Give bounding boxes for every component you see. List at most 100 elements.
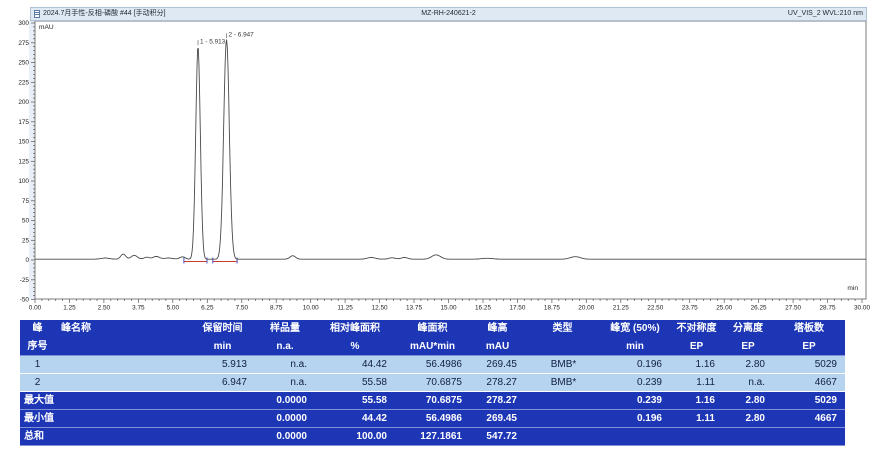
- svg-text:0.00: 0.00: [29, 305, 42, 312]
- table-cell: [670, 428, 723, 445]
- table-cell: mAU*min: [395, 338, 470, 355]
- table-cell: 2.80: [723, 410, 773, 427]
- table-cell: 6.947: [190, 374, 255, 391]
- table-cell: 127.1861: [395, 428, 470, 445]
- table-cell: EP: [670, 338, 723, 355]
- chromatogram-plot[interactable]: 0.001.252.503.755.006.257.508.7510.0011.…: [0, 0, 879, 315]
- table-cell: 0.196: [600, 410, 670, 427]
- svg-text:18.75: 18.75: [544, 305, 560, 312]
- injection-name: MZ-RH-240621-2: [31, 8, 866, 20]
- peak-results-table: 峰峰名称保留时间样品量相对峰面积峰面积峰高类型峰宽 (50%)不对称度分离度塔板…: [20, 320, 845, 446]
- table-cell: n.a.: [255, 356, 315, 373]
- table-cell: 类型: [525, 320, 600, 338]
- table-cell: 1: [20, 356, 55, 373]
- svg-text:250: 250: [18, 60, 29, 67]
- table-cell: 不对称度: [670, 320, 723, 338]
- svg-text:17.50: 17.50: [509, 305, 525, 312]
- table-cell: 269.45: [470, 356, 525, 373]
- table-cell: 5029: [773, 392, 845, 409]
- table-cell: 相对峰面积: [315, 320, 395, 338]
- channel-label: UV_VIS_2 WVL:210 nm: [788, 8, 863, 20]
- svg-text:16.25: 16.25: [475, 305, 491, 312]
- peak-row-2[interactable]: 26.947n.a.55.5870.6875278.27BMB*0.2391.1…: [20, 374, 845, 392]
- svg-text:7.50: 7.50: [236, 305, 249, 312]
- table-cell: n.a.: [255, 338, 315, 355]
- table-cell: 0.239: [600, 392, 670, 409]
- summary-row-min: 最小值0.000044.4256.4986269.450.1961.112.80…: [20, 410, 845, 428]
- table-cell: 2: [20, 374, 55, 391]
- table-cell: min: [600, 338, 670, 355]
- table-cell: 4667: [773, 374, 845, 391]
- table-cell: 2.80: [723, 392, 773, 409]
- table-cell: 0.0000: [255, 428, 315, 445]
- peak-row-1[interactable]: 15.913n.a.44.4256.4986269.45BMB*0.1961.1…: [20, 356, 845, 374]
- svg-text:0: 0: [25, 257, 29, 264]
- table-cell: 547.72: [470, 428, 525, 445]
- table-cell: 4667: [773, 410, 845, 427]
- table-cell: 1.16: [670, 392, 723, 409]
- svg-text:150: 150: [18, 139, 29, 146]
- svg-text:min: min: [847, 285, 858, 292]
- table-cell: 0.239: [600, 374, 670, 391]
- table-cell: [525, 392, 600, 409]
- svg-text:275: 275: [18, 40, 29, 47]
- table-cell: [773, 428, 845, 445]
- table-cell: 278.27: [470, 374, 525, 391]
- svg-text:1 - 5.913: 1 - 5.913: [200, 39, 226, 46]
- svg-text:25: 25: [22, 237, 30, 244]
- summary-row-max: 最大值0.000055.5870.6875278.270.2391.162.80…: [20, 392, 845, 410]
- svg-text:23.75: 23.75: [682, 305, 698, 312]
- table-cell: 分离度: [723, 320, 773, 338]
- table-cell: 55.58: [315, 374, 395, 391]
- table-cell: BMB*: [525, 374, 600, 391]
- table-header-row-1: 峰峰名称保留时间样品量相对峰面积峰面积峰高类型峰宽 (50%)不对称度分离度塔板…: [20, 320, 845, 338]
- table-cell: n.a.: [723, 374, 773, 391]
- table-cell: min: [190, 338, 255, 355]
- table-cell: 最小值: [20, 410, 190, 427]
- svg-text:10.00: 10.00: [303, 305, 319, 312]
- svg-text:22.50: 22.50: [647, 305, 663, 312]
- table-cell: 56.4986: [395, 410, 470, 427]
- svg-text:28.75: 28.75: [820, 305, 836, 312]
- svg-text:8.75: 8.75: [270, 305, 283, 312]
- svg-text:225: 225: [18, 80, 29, 87]
- chromatogram-report: 0.001.252.503.755.006.257.508.7510.0011.…: [0, 0, 879, 459]
- svg-text:125: 125: [18, 158, 29, 165]
- table-cell: 最大值: [20, 392, 190, 409]
- table-cell: 峰: [20, 320, 55, 338]
- table-cell: %: [315, 338, 395, 355]
- table-cell: 塔板数: [773, 320, 845, 338]
- table-cell: [723, 428, 773, 445]
- table-cell: 样品量: [255, 320, 315, 338]
- svg-text:2 - 6.947: 2 - 6.947: [229, 32, 255, 39]
- table-cell: 峰名称: [55, 320, 190, 338]
- table-cell: 峰高: [470, 320, 525, 338]
- svg-text:-50: -50: [20, 297, 30, 304]
- table-cell: 70.6875: [395, 392, 470, 409]
- svg-text:6.25: 6.25: [201, 305, 214, 312]
- svg-text:175: 175: [18, 119, 29, 126]
- svg-text:12.50: 12.50: [372, 305, 388, 312]
- table-cell: 100.00: [315, 428, 395, 445]
- table-cell: 5029: [773, 356, 845, 373]
- table-cell: 5.913: [190, 356, 255, 373]
- table-cell: 1.11: [670, 410, 723, 427]
- chart-header: 2024.7月手性-反相-磷酸 #44 [手动积分] MZ-RH-240621-…: [30, 7, 867, 21]
- svg-text:200: 200: [18, 99, 29, 106]
- table-cell: 1.16: [670, 356, 723, 373]
- svg-text:100: 100: [18, 178, 29, 185]
- svg-text:20.00: 20.00: [578, 305, 594, 312]
- table-cell: [525, 338, 600, 355]
- table-cell: [190, 410, 255, 427]
- svg-text:27.50: 27.50: [785, 305, 801, 312]
- table-cell: [55, 374, 190, 391]
- table-cell: 44.42: [315, 410, 395, 427]
- svg-text:50: 50: [22, 218, 30, 225]
- svg-text:30.00: 30.00: [854, 305, 870, 312]
- table-cell: [600, 428, 670, 445]
- summary-row-sum: 总和0.0000100.00127.1861547.72: [20, 428, 845, 446]
- svg-text:mAU: mAU: [39, 24, 54, 31]
- table-cell: 56.4986: [395, 356, 470, 373]
- table-cell: BMB*: [525, 356, 600, 373]
- svg-text:2.50: 2.50: [98, 305, 111, 312]
